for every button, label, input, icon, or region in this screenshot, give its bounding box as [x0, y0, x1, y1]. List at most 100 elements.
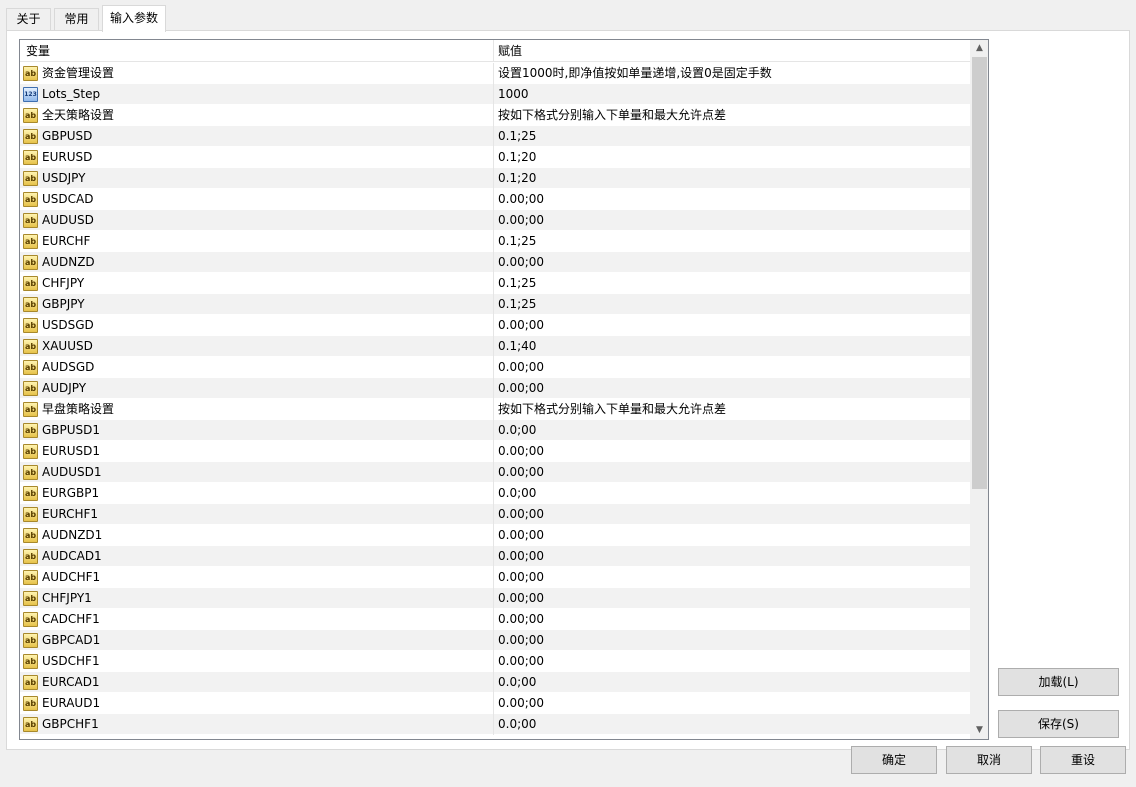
table-row[interactable]: ab AUDUSD1 0.00;00	[20, 462, 970, 483]
value-cell[interactable]: 0.00;00	[495, 504, 970, 525]
value-cell[interactable]: 0.00;00	[495, 525, 970, 546]
value-cell[interactable]: 0.0;00	[495, 672, 970, 693]
table-row[interactable]: ab AUDCHF1 0.00;00	[20, 567, 970, 588]
scroll-down-icon[interactable]: ▼	[971, 722, 988, 739]
save-button[interactable]: 保存(S)	[998, 710, 1119, 738]
table-row[interactable]: ab GBPCAD1 0.00;00	[20, 630, 970, 651]
value-cell[interactable]: 0.00;00	[495, 630, 970, 651]
value-cell[interactable]: 0.00;00	[495, 651, 970, 672]
table-row[interactable]: ab AUDSGD 0.00;00	[20, 357, 970, 378]
value-cell[interactable]: 0.1;25	[495, 294, 970, 315]
value-cell[interactable]: 0.0;00	[495, 714, 970, 735]
value-cell[interactable]: 0.00;00	[495, 252, 970, 273]
load-button[interactable]: 加载(L)	[998, 668, 1119, 696]
value-cell[interactable]: 0.0;00	[495, 420, 970, 441]
table-row[interactable]: ab 早盘策略设置 按如下格式分别输入下单量和最大允许点差	[20, 399, 970, 420]
table-row[interactable]: ab USDCHF1 0.00;00	[20, 651, 970, 672]
tab-input-parameters[interactable]: 输入参数	[102, 5, 166, 32]
string-type-icon: ab	[23, 360, 38, 375]
table-row[interactable]: ab 资金管理设置 设置1000时,即净值按如单量递增,设置0是固定手数	[20, 63, 970, 84]
string-type-icon: ab	[23, 528, 38, 543]
string-type-icon: ab	[23, 654, 38, 669]
vertical-scrollbar[interactable]: ▲ ▼	[970, 40, 988, 739]
value-cell[interactable]: 按如下格式分别输入下单量和最大允许点差	[495, 105, 970, 126]
variable-name: GBPUSD	[42, 129, 93, 143]
table-row[interactable]: ab AUDJPY 0.00;00	[20, 378, 970, 399]
string-type-icon: ab	[23, 234, 38, 249]
header-value[interactable]: 赋值	[494, 40, 970, 62]
table-row[interactable]: ab EURCHF1 0.00;00	[20, 504, 970, 525]
table-row[interactable]: ab XAUUSD 0.1;40	[20, 336, 970, 357]
variable-cell: ab 早盘策略设置	[20, 399, 494, 420]
variable-cell: ab AUDCAD1	[20, 546, 494, 567]
value-cell[interactable]: 0.1;20	[495, 147, 970, 168]
table-row[interactable]: ab GBPUSD1 0.0;00	[20, 420, 970, 441]
variable-cell: ab AUDNZD	[20, 252, 494, 273]
variable-name: 全天策略设置	[42, 108, 115, 122]
table-row[interactable]: ab EURGBP1 0.0;00	[20, 483, 970, 504]
table-row[interactable]: ab GBPCHF1 0.0;00	[20, 714, 970, 735]
table-row[interactable]: ab AUDCAD1 0.00;00	[20, 546, 970, 567]
value-cell[interactable]: 0.0;00	[495, 483, 970, 504]
variable-name: 早盘策略设置	[42, 402, 115, 416]
table-row[interactable]: ab USDCAD 0.00;00	[20, 189, 970, 210]
cancel-button[interactable]: 取消	[946, 746, 1032, 774]
scroll-thumb[interactable]	[972, 57, 987, 489]
value-cell[interactable]: 0.1;25	[495, 231, 970, 252]
value-cell[interactable]: 0.00;00	[495, 441, 970, 462]
header-variable[interactable]: 变量	[20, 40, 494, 62]
value-cell[interactable]: 0.1;40	[495, 336, 970, 357]
value-cell[interactable]: 0.00;00	[495, 189, 970, 210]
variable-name: EURUSD1	[42, 444, 100, 458]
table-row[interactable]: ab EURAUD1 0.00;00	[20, 693, 970, 714]
string-type-icon: ab	[23, 507, 38, 522]
value-cell[interactable]: 0.00;00	[495, 546, 970, 567]
variable-name: EURAUD1	[42, 696, 101, 710]
table-row[interactable]: ab USDJPY 0.1;20	[20, 168, 970, 189]
value-cell[interactable]: 0.00;00	[495, 693, 970, 714]
scroll-up-icon[interactable]: ▲	[971, 40, 988, 57]
table-row[interactable]: ab GBPUSD 0.1;25	[20, 126, 970, 147]
table-row[interactable]: ab CHFJPY 0.1;25	[20, 273, 970, 294]
grid-rows: ab 资金管理设置 设置1000时,即净值按如单量递增,设置0是固定手数 123 Lot…	[20, 63, 970, 735]
value-cell[interactable]: 0.00;00	[495, 588, 970, 609]
table-row[interactable]: ab CHFJPY1 0.00;00	[20, 588, 970, 609]
value-cell[interactable]: 设置1000时,即净值按如单量递增,设置0是固定手数	[495, 63, 970, 84]
ok-button[interactable]: 确定	[851, 746, 937, 774]
value-cell[interactable]: 0.1;25	[495, 126, 970, 147]
table-row[interactable]: ab EURUSD1 0.00;00	[20, 441, 970, 462]
table-row[interactable]: ab GBPJPY 0.1;25	[20, 294, 970, 315]
table-row[interactable]: ab EURUSD 0.1;20	[20, 147, 970, 168]
parameters-grid[interactable]: 变量 赋值 ab 资金管理设置 设置1000时,即净值按如单量递增,设置0是固定手数…	[19, 39, 989, 740]
table-row[interactable]: ab USDSGD 0.00;00	[20, 315, 970, 336]
table-row[interactable]: ab CADCHF1 0.00;00	[20, 609, 970, 630]
reset-button[interactable]: 重设	[1040, 746, 1126, 774]
value-cell[interactable]: 0.1;25	[495, 273, 970, 294]
table-row[interactable]: ab AUDNZD1 0.00;00	[20, 525, 970, 546]
table-row[interactable]: ab EURCHF 0.1;25	[20, 231, 970, 252]
tab-common[interactable]: 常用	[54, 8, 99, 31]
table-row[interactable]: ab 全天策略设置 按如下格式分别输入下单量和最大允许点差	[20, 105, 970, 126]
string-type-icon: ab	[23, 213, 38, 228]
variable-cell: ab EURCHF1	[20, 504, 494, 525]
table-row[interactable]: ab EURCAD1 0.0;00	[20, 672, 970, 693]
value-cell[interactable]: 0.00;00	[495, 567, 970, 588]
value-cell[interactable]: 0.1;20	[495, 168, 970, 189]
value-cell[interactable]: 1000	[495, 84, 970, 105]
variable-name: CADCHF1	[42, 612, 100, 626]
value-cell[interactable]: 0.00;00	[495, 210, 970, 231]
value-cell[interactable]: 0.00;00	[495, 462, 970, 483]
value-cell[interactable]: 按如下格式分别输入下单量和最大允许点差	[495, 399, 970, 420]
value-cell[interactable]: 0.00;00	[495, 609, 970, 630]
value-cell[interactable]: 0.00;00	[495, 357, 970, 378]
table-row[interactable]: ab AUDUSD 0.00;00	[20, 210, 970, 231]
string-type-icon: ab	[23, 171, 38, 186]
value-cell[interactable]: 0.00;00	[495, 315, 970, 336]
table-row[interactable]: 123 Lots_Step 1000	[20, 84, 970, 105]
string-type-icon: ab	[23, 591, 38, 606]
variable-cell: ab GBPCHF1	[20, 714, 494, 735]
value-cell[interactable]: 0.00;00	[495, 378, 970, 399]
tab-about[interactable]: 关于	[6, 8, 51, 31]
table-row[interactable]: ab AUDNZD 0.00;00	[20, 252, 970, 273]
string-type-icon: ab	[23, 570, 38, 585]
